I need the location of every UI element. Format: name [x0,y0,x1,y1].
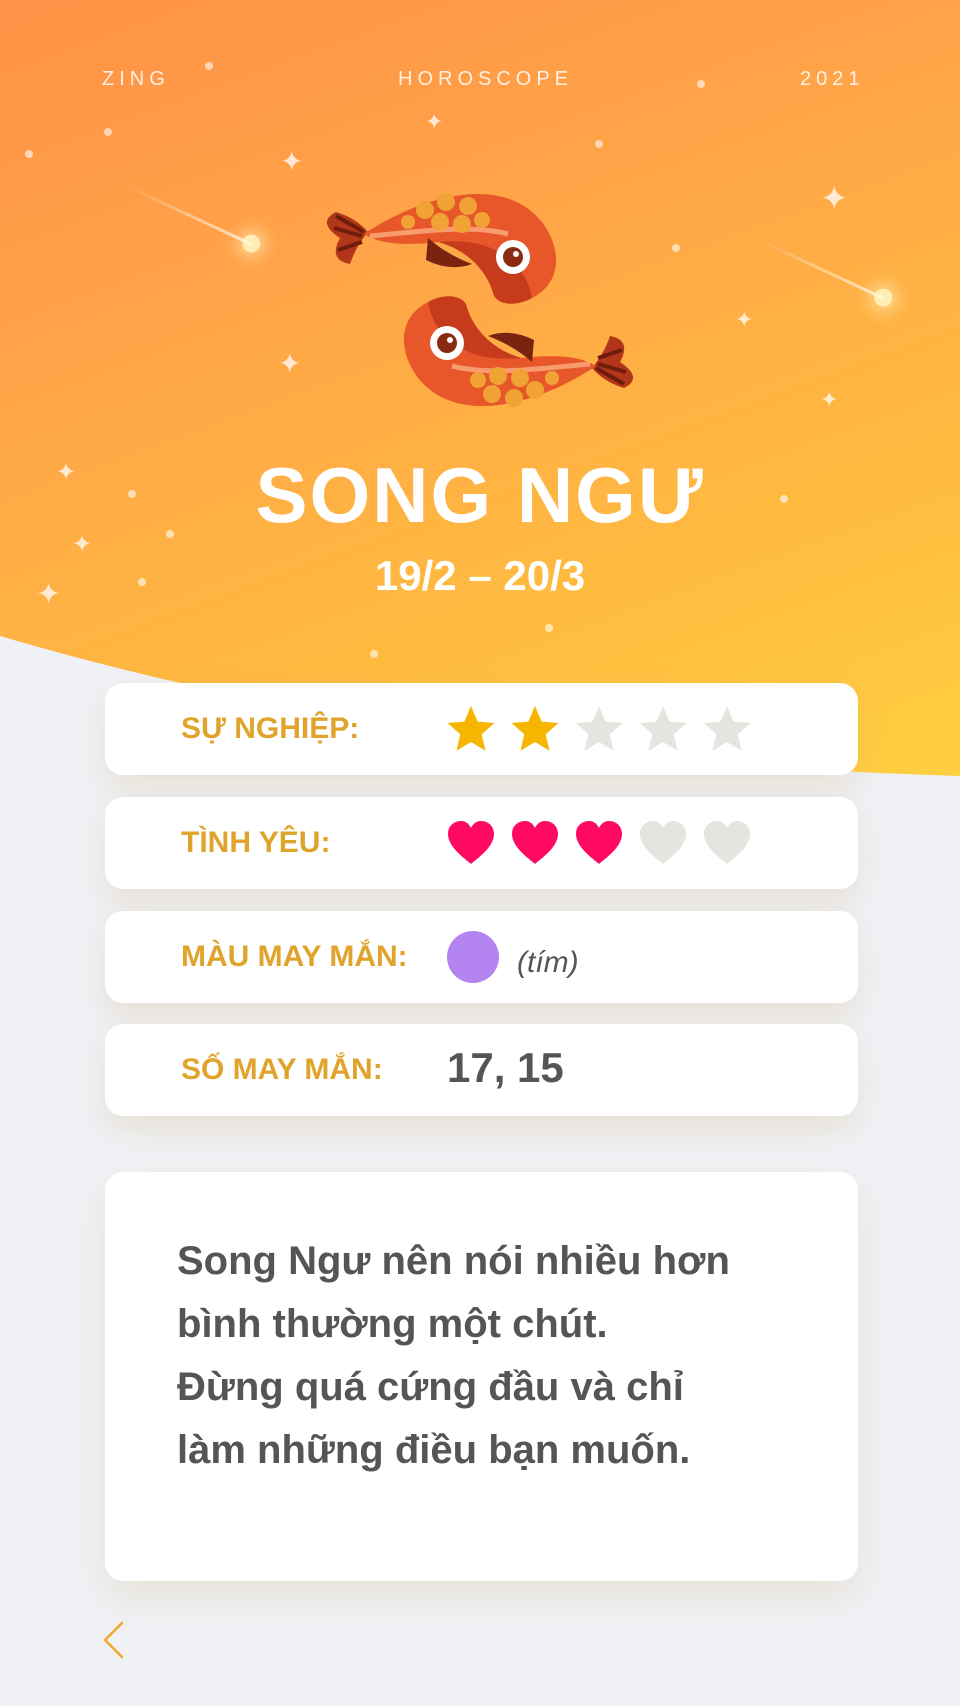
lucky-number-value: 17, 15 [447,1044,564,1091]
sign-dates: 19/2 – 20/3 [374,552,586,599]
heart-icon [640,821,686,864]
love-label: TÌNH YÊU: [181,826,331,859]
career-rating [445,703,753,755]
section-label: HOROSCOPE [398,68,574,90]
star-dot [104,128,112,136]
star-icon [511,706,559,751]
sparkle-icon: ✦ [820,388,839,413]
advice-text: Song Ngư nên nói nhiều hơn bình thường m… [177,1230,807,1482]
brand-label: ZING [102,68,170,90]
star-dot [25,150,33,158]
fish-top [326,193,557,304]
advice-line: bình thường một chút. [177,1302,608,1346]
star-dot [595,140,603,148]
sparkle-icon: ✦ [735,308,754,333]
star-dot [370,650,378,658]
star-dot [545,624,553,632]
sparkle-icon: ✦ [425,110,444,135]
back-arrow-icon[interactable] [100,1620,126,1660]
meteor [124,183,253,246]
advice-line: làm những điều bạn muốn. [177,1428,691,1472]
career-label: SỰ NGHIỆP: [181,712,360,745]
career-card: SỰ NGHIỆP: [105,683,858,775]
star-dot [672,244,680,252]
star-icon [639,706,687,751]
advice-line: Song Ngư nên nói nhiều hơn [177,1239,730,1283]
star-icon [575,706,623,751]
love-rating [445,817,753,869]
pisces-fish-icon [320,180,640,420]
sign-name: SONG NGƯ [255,451,705,539]
star-icon [703,706,751,751]
lucky-number-card: SỐ MAY MẮN: 17, 15 [105,1024,858,1116]
heart-icon [448,821,494,864]
lucky-color-swatch [447,931,499,983]
sparkle-icon: ✦ [280,145,304,178]
love-card: TÌNH YÊU: [105,797,858,889]
heart-icon [704,821,750,864]
lucky-number-label: SỐ MAY MẮN: [181,1053,383,1086]
advice-card: Song Ngư nên nói nhiều hơn bình thường m… [105,1172,858,1581]
heart-icon [576,821,622,864]
sparkle-icon: ✦ [820,179,849,219]
sparkle-icon: ✦ [278,347,302,380]
lucky-color-card: MÀU MAY MẮN: (tím) [105,911,858,1003]
heart-icon [512,821,558,864]
advice-line: Đừng quá cứng đầu và chỉ [177,1365,684,1409]
meteor [756,237,885,300]
top-bar: ZING HOROSCOPE 2021 [0,68,960,98]
fish-bottom [403,296,634,407]
lucky-color-name: (tím) [517,946,579,979]
star-icon [447,706,495,751]
year-label: 2021 [800,68,865,90]
lucky-color-label: MÀU MAY MẮN: [181,940,408,973]
